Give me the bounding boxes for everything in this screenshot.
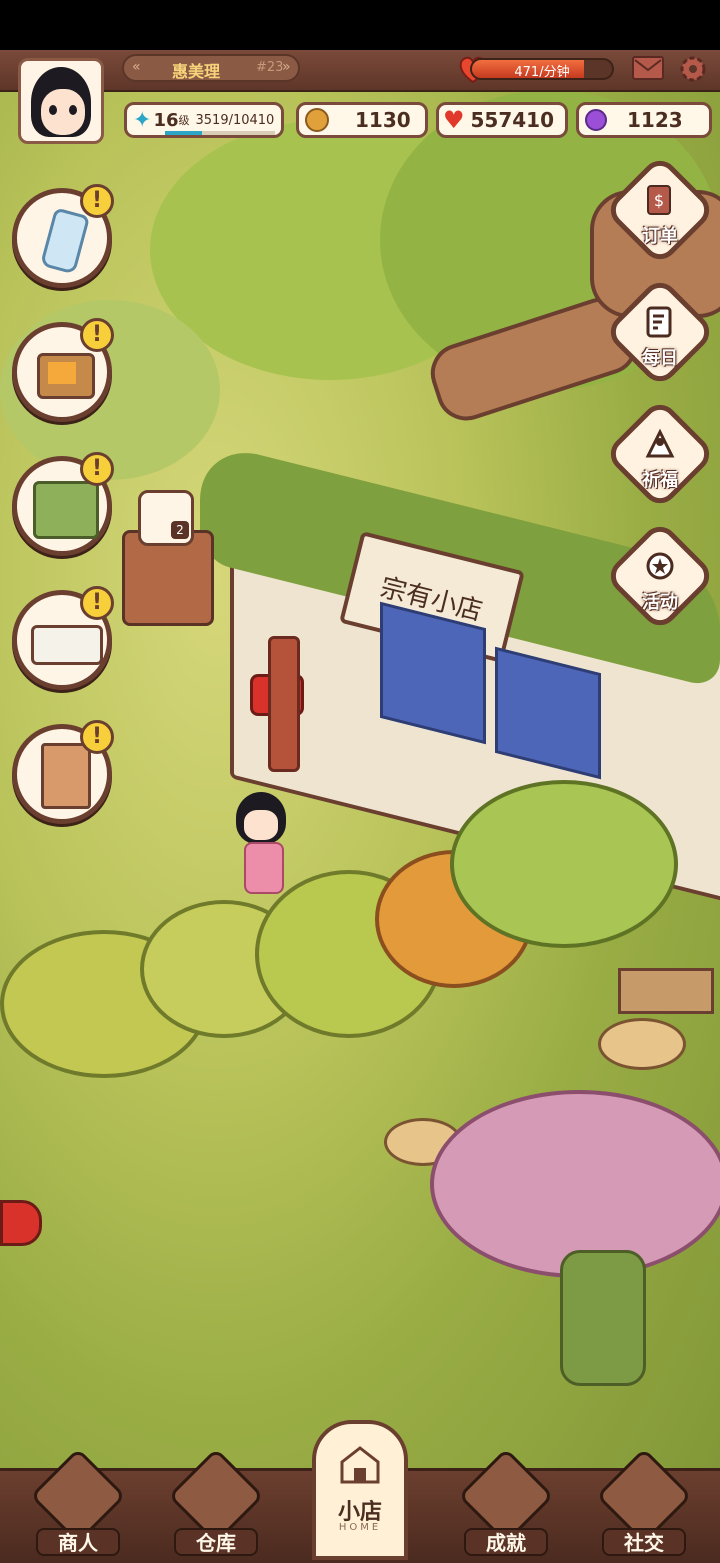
nav-social[interactable]: 社交 (584, 1447, 704, 1560)
wooden-crates[interactable] (618, 968, 714, 1014)
gem-icon (585, 109, 607, 131)
sakura-tree-trunk (560, 1250, 646, 1386)
event-label: 活动 (642, 592, 678, 613)
orders-button[interactable]: $ 订单 (603, 153, 717, 267)
level-value: 16 (153, 109, 179, 131)
bed-icon (31, 625, 103, 665)
pot-badge-count: 2 (171, 521, 189, 539)
game-scene[interactable]: 宗有小店 2 (0, 50, 720, 1560)
nav-social-label: 社交 (602, 1528, 686, 1556)
nav-warehouse[interactable]: 仓库 (156, 1447, 276, 1560)
nav-warehouse-label: 仓库 (174, 1528, 258, 1556)
coins-pill[interactable]: 1130 (296, 102, 428, 138)
gems-value: 1123 (627, 108, 683, 132)
sign-alert-icon: ! (80, 720, 114, 754)
milk-bottle-icon (39, 207, 91, 275)
avatar-eye-right (69, 105, 77, 115)
tv-alert-icon: ! (80, 318, 114, 352)
player-name: 惠美理 (172, 62, 221, 81)
status-bar (0, 0, 720, 50)
orders-label: 订单 (642, 226, 678, 247)
energy-rate: 471/分钟 (514, 65, 570, 80)
tree-stump-right[interactable] (598, 1018, 686, 1070)
hearts-value: 557410 (470, 108, 555, 132)
chevron-left-icon: « (132, 59, 141, 75)
nav-merchant-label: 商人 (36, 1528, 120, 1556)
chevron-right-icon: » (282, 59, 291, 75)
bed-alert-icon: ! (80, 586, 114, 620)
prayer-label: 祈福 (642, 470, 678, 491)
daily-icon (644, 306, 676, 342)
player-avatar[interactable] (18, 58, 104, 144)
market-stall-icon (33, 481, 99, 539)
stall-alert-icon: ! (80, 452, 114, 486)
player-rank: #23 (256, 60, 284, 75)
event-icon (644, 550, 676, 586)
nav-shop-sublabel: HOME (338, 1522, 382, 1533)
shop-home-icon (338, 1442, 382, 1486)
nav-shop-home[interactable]: 小店 HOME (312, 1420, 408, 1560)
heart-icon: ♥ (443, 106, 465, 134)
daily-label: 每日 (642, 348, 678, 369)
level-pill[interactable]: ✦ 16 级 3519/10410 (124, 102, 284, 138)
hearts-pill[interactable]: ♥ 557410 (436, 102, 568, 138)
svg-text:$: $ (654, 191, 664, 210)
mailbox-post (268, 636, 300, 772)
player-name-plate[interactable]: « 惠美理 #23 » (122, 54, 300, 82)
event-button[interactable]: 活动 (603, 519, 717, 633)
signboard-icon (41, 743, 91, 809)
player-character-face (244, 810, 278, 840)
exp-bar-fill (165, 131, 203, 135)
nav-achievement-label: 成就 (464, 1528, 548, 1556)
red-flag (0, 1200, 42, 1246)
exp-bar (165, 131, 275, 135)
coins-value: 1130 (355, 108, 411, 132)
prayer-button[interactable]: 祈福 (603, 397, 717, 511)
star-level-icon: ✦ (133, 107, 152, 133)
mail-icon[interactable] (632, 56, 664, 80)
tv-icon (37, 353, 95, 399)
nav-achievement[interactable]: 成就 (446, 1447, 566, 1560)
prayer-icon (644, 428, 676, 464)
gems-pill[interactable]: 1123 (576, 102, 712, 138)
level-unit: 级 (178, 114, 190, 127)
coin-icon (305, 108, 329, 132)
milk-alert-icon: ! (80, 184, 114, 218)
player-character[interactable] (244, 842, 284, 894)
order-icon: $ (644, 184, 676, 220)
avatar-eye-left (49, 105, 57, 115)
nav-merchant[interactable]: 商人 (18, 1447, 138, 1560)
settings-gear-icon[interactable] (678, 54, 708, 84)
daily-button[interactable]: 每日 (603, 275, 717, 389)
tree-right-canopy (450, 780, 678, 948)
pot-bubble[interactable]: 2 (138, 490, 194, 546)
level-exp: 3519/10410 (195, 112, 275, 128)
energy-bar: 471/分钟 (470, 58, 614, 80)
avatar-face (41, 89, 85, 135)
